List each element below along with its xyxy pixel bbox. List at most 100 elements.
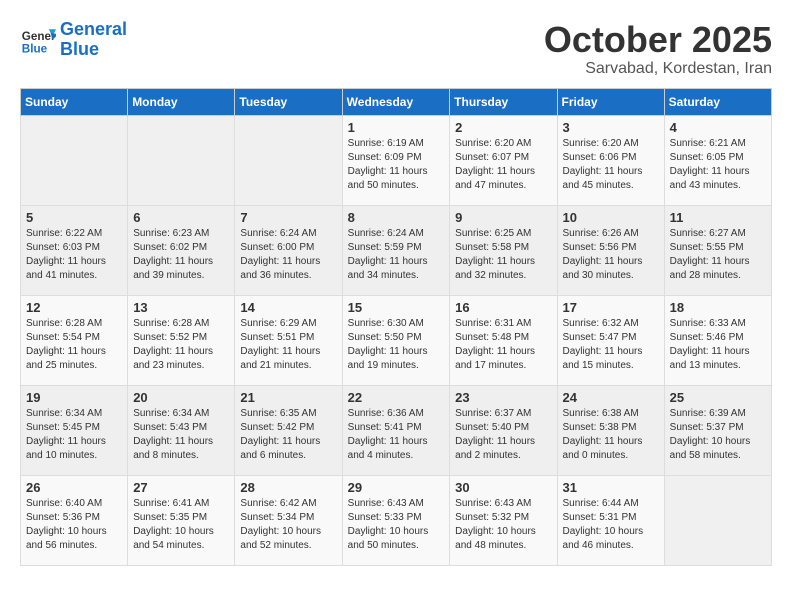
- day-number: 7: [240, 210, 336, 225]
- weekday-header-sunday: Sunday: [21, 88, 128, 115]
- day-detail: Sunrise: 6:35 AMSunset: 5:42 PMDaylight:…: [240, 407, 336, 463]
- day-number: 15: [348, 300, 445, 315]
- day-number: 9: [455, 210, 551, 225]
- day-detail: Sunrise: 6:25 AMSunset: 5:58 PMDaylight:…: [455, 227, 551, 283]
- calendar-cell: 15 Sunrise: 6:30 AMSunset: 5:50 PMDayligh…: [342, 295, 450, 385]
- day-number: 4: [670, 120, 766, 135]
- day-number: 30: [455, 480, 551, 495]
- logo-text: General Blue: [60, 20, 127, 60]
- day-detail: Sunrise: 6:34 AMSunset: 5:43 PMDaylight:…: [133, 407, 229, 463]
- calendar-cell: 28 Sunrise: 6:42 AMSunset: 5:34 PMDayligh…: [235, 475, 342, 565]
- day-detail: Sunrise: 6:43 AMSunset: 5:33 PMDaylight:…: [348, 497, 445, 553]
- day-detail: Sunrise: 6:24 AMSunset: 6:00 PMDaylight:…: [240, 227, 336, 283]
- day-number: 18: [670, 300, 766, 315]
- day-number: 13: [133, 300, 229, 315]
- day-number: 11: [670, 210, 766, 225]
- calendar-cell: 9 Sunrise: 6:25 AMSunset: 5:58 PMDaylight…: [450, 205, 557, 295]
- calendar-cell: 18 Sunrise: 6:33 AMSunset: 5:46 PMDayligh…: [664, 295, 771, 385]
- calendar-cell: 26 Sunrise: 6:40 AMSunset: 5:36 PMDayligh…: [21, 475, 128, 565]
- calendar-cell: 25Sunrise: 6:39 AMSunset: 5:37 PMDayligh…: [664, 385, 771, 475]
- day-detail: Sunrise: 6:31 AMSunset: 5:48 PMDaylight:…: [455, 317, 551, 373]
- calendar-cell: 19 Sunrise: 6:34 AMSunset: 5:45 PMDayligh…: [21, 385, 128, 475]
- calendar-cell: 6 Sunrise: 6:23 AMSunset: 6:02 PMDaylight…: [128, 205, 235, 295]
- calendar-cell: 4 Sunrise: 6:21 AMSunset: 6:05 PMDaylight…: [664, 115, 771, 205]
- weekday-header-tuesday: Tuesday: [235, 88, 342, 115]
- calendar-cell: 29 Sunrise: 6:43 AMSunset: 5:33 PMDayligh…: [342, 475, 450, 565]
- weekday-header-monday: Monday: [128, 88, 235, 115]
- calendar-cell: 24 Sunrise: 6:38 AMSunset: 5:38 PMDayligh…: [557, 385, 664, 475]
- calendar-cell: 8 Sunrise: 6:24 AMSunset: 5:59 PMDaylight…: [342, 205, 450, 295]
- day-detail: Sunrise: 6:28 AMSunset: 5:52 PMDaylight:…: [133, 317, 229, 373]
- day-number: 20: [133, 390, 229, 405]
- day-detail: Sunrise: 6:38 AMSunset: 5:38 PMDaylight:…: [563, 407, 659, 463]
- day-number: 28: [240, 480, 336, 495]
- day-detail: Sunrise: 6:30 AMSunset: 5:50 PMDaylight:…: [348, 317, 445, 373]
- day-detail: Sunrise: 6:41 AMSunset: 5:35 PMDaylight:…: [133, 497, 229, 553]
- day-detail: Sunrise: 6:32 AMSunset: 5:47 PMDaylight:…: [563, 317, 659, 373]
- calendar-cell: 30Sunrise: 6:43 AMSunset: 5:32 PMDayligh…: [450, 475, 557, 565]
- day-detail: Sunrise: 6:34 AMSunset: 5:45 PMDaylight:…: [26, 407, 122, 463]
- calendar-cell: 22Sunrise: 6:36 AMSunset: 5:41 PMDayligh…: [342, 385, 450, 475]
- day-number: 3: [563, 120, 659, 135]
- day-number: 16: [455, 300, 551, 315]
- day-detail: Sunrise: 6:28 AMSunset: 5:54 PMDaylight:…: [26, 317, 122, 373]
- svg-text:Blue: Blue: [22, 42, 48, 55]
- day-number: 19: [26, 390, 122, 405]
- weekday-header-wednesday: Wednesday: [342, 88, 450, 115]
- day-number: 21: [240, 390, 336, 405]
- location-subtitle: Sarvabad, Kordestan, Iran: [544, 60, 772, 78]
- logo: General Blue General Blue: [20, 20, 127, 60]
- day-detail: Sunrise: 6:27 AMSunset: 5:55 PMDaylight:…: [670, 227, 766, 283]
- calendar-cell: 31 Sunrise: 6:44 AMSunset: 5:31 PMDayligh…: [557, 475, 664, 565]
- calendar-cell: 10 Sunrise: 6:26 AMSunset: 5:56 PMDayligh…: [557, 205, 664, 295]
- weekday-header-thursday: Thursday: [450, 88, 557, 115]
- day-number: 10: [563, 210, 659, 225]
- day-detail: Sunrise: 6:23 AMSunset: 6:02 PMDaylight:…: [133, 227, 229, 283]
- calendar-cell: 5 Sunrise: 6:22 AMSunset: 6:03 PMDaylight…: [21, 205, 128, 295]
- day-detail: Sunrise: 6:26 AMSunset: 5:56 PMDaylight:…: [563, 227, 659, 283]
- calendar-cell: [21, 115, 128, 205]
- calendar-cell: [128, 115, 235, 205]
- day-number: 14: [240, 300, 336, 315]
- calendar-cell: 14 Sunrise: 6:29 AMSunset: 5:51 PMDayligh…: [235, 295, 342, 385]
- calendar-cell: 17 Sunrise: 6:32 AMSunset: 5:47 PMDayligh…: [557, 295, 664, 385]
- day-detail: Sunrise: 6:37 AMSunset: 5:40 PMDaylight:…: [455, 407, 551, 463]
- calendar-cell: 13 Sunrise: 6:28 AMSunset: 5:52 PMDayligh…: [128, 295, 235, 385]
- calendar-cell: 16 Sunrise: 6:31 AMSunset: 5:48 PMDayligh…: [450, 295, 557, 385]
- day-number: 24: [563, 390, 659, 405]
- day-detail: Sunrise: 6:21 AMSunset: 6:05 PMDaylight:…: [670, 137, 766, 193]
- calendar-table: SundayMondayTuesdayWednesdayThursdayFrid…: [20, 88, 772, 566]
- calendar-cell: 11 Sunrise: 6:27 AMSunset: 5:55 PMDayligh…: [664, 205, 771, 295]
- day-detail: Sunrise: 6:40 AMSunset: 5:36 PMDaylight:…: [26, 497, 122, 553]
- day-detail: Sunrise: 6:33 AMSunset: 5:46 PMDaylight:…: [670, 317, 766, 373]
- month-title: October 2025: [544, 20, 772, 60]
- day-detail: Sunrise: 6:42 AMSunset: 5:34 PMDaylight:…: [240, 497, 336, 553]
- day-number: 6: [133, 210, 229, 225]
- day-number: 26: [26, 480, 122, 495]
- day-detail: Sunrise: 6:29 AMSunset: 5:51 PMDaylight:…: [240, 317, 336, 373]
- weekday-header-friday: Friday: [557, 88, 664, 115]
- title-area: October 2025 Sarvabad, Kordestan, Iran: [544, 20, 772, 78]
- day-number: 22: [348, 390, 445, 405]
- day-number: 31: [563, 480, 659, 495]
- day-detail: Sunrise: 6:24 AMSunset: 5:59 PMDaylight:…: [348, 227, 445, 283]
- day-detail: Sunrise: 6:44 AMSunset: 5:31 PMDaylight:…: [563, 497, 659, 553]
- calendar-cell: 12 Sunrise: 6:28 AMSunset: 5:54 PMDayligh…: [21, 295, 128, 385]
- day-number: 17: [563, 300, 659, 315]
- day-number: 12: [26, 300, 122, 315]
- day-number: 23: [455, 390, 551, 405]
- day-number: 5: [26, 210, 122, 225]
- header: General Blue General Blue October 2025 S…: [20, 20, 772, 78]
- calendar-cell: 20 Sunrise: 6:34 AMSunset: 5:43 PMDayligh…: [128, 385, 235, 475]
- day-detail: Sunrise: 6:20 AMSunset: 6:07 PMDaylight:…: [455, 137, 551, 193]
- day-detail: Sunrise: 6:22 AMSunset: 6:03 PMDaylight:…: [26, 227, 122, 283]
- day-number: 27: [133, 480, 229, 495]
- day-number: 8: [348, 210, 445, 225]
- calendar-cell: 2 Sunrise: 6:20 AMSunset: 6:07 PMDaylight…: [450, 115, 557, 205]
- logo-icon: General Blue: [20, 22, 56, 58]
- calendar-cell: [664, 475, 771, 565]
- day-number: 2: [455, 120, 551, 135]
- day-detail: Sunrise: 6:20 AMSunset: 6:06 PMDaylight:…: [563, 137, 659, 193]
- calendar-cell: [235, 115, 342, 205]
- day-number: 29: [348, 480, 445, 495]
